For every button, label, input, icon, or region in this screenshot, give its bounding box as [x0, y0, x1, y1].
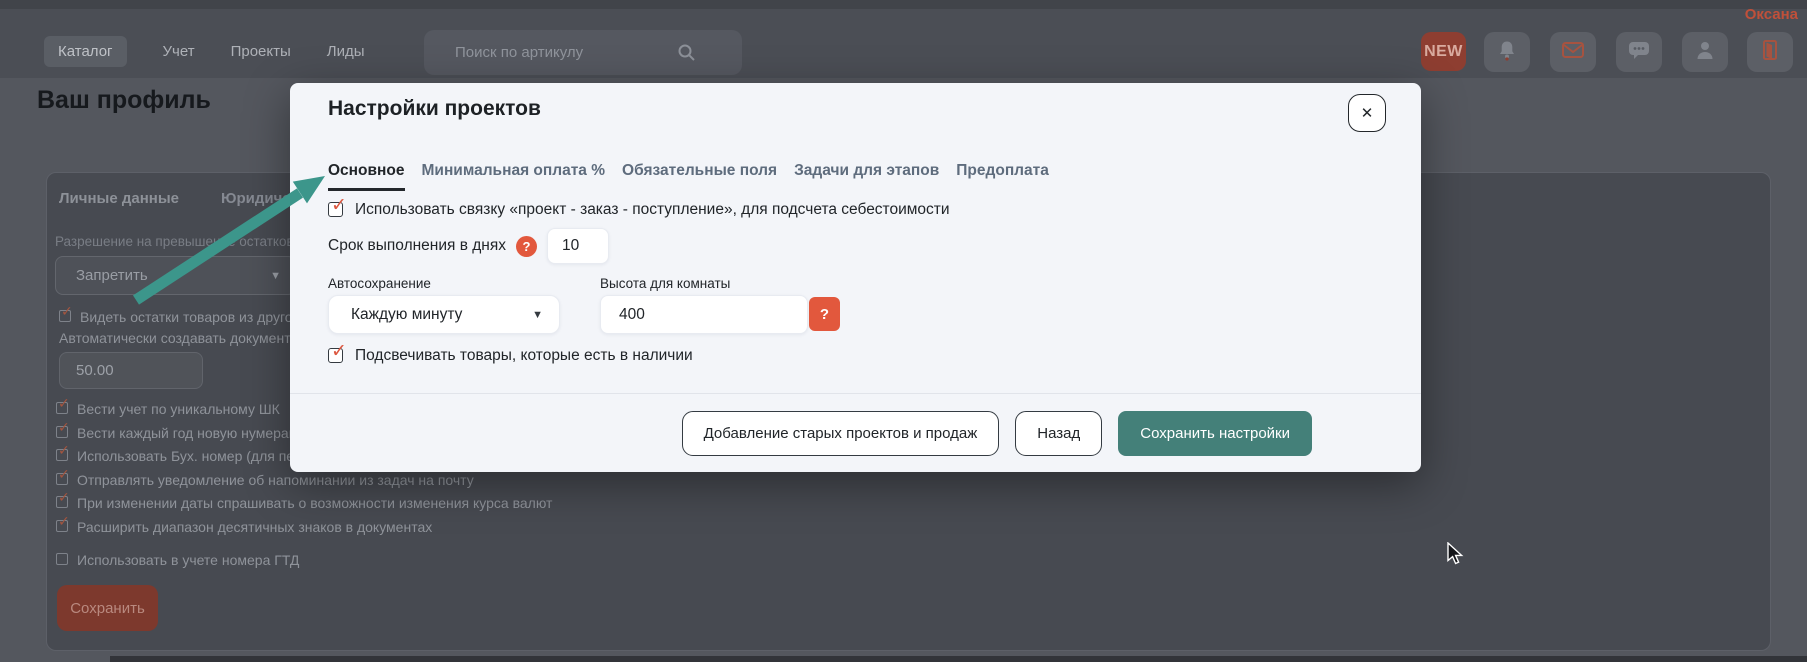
auto-docs-label: Автоматически создавать документы: [59, 330, 301, 346]
checkbox-label: Использовать Бух. номер (для печ: [77, 448, 301, 464]
screen: Каталог Учет Проекты Лиды Оксана NEW: [0, 0, 1807, 662]
checkbox-checked-icon: ✓: [56, 442, 70, 461]
checkbox-label: Вести учет по уникальному ШК: [77, 401, 280, 417]
checkbox-checked-icon: ✓: [56, 419, 70, 438]
nav-item-leads[interactable]: Лиды: [327, 43, 365, 60]
tab-prepayment[interactable]: Предоплата: [956, 162, 1049, 191]
nav-item-accounting[interactable]: Учет: [163, 43, 195, 60]
checkbox-checked-icon: ✓: [328, 195, 347, 217]
term-days-input[interactable]: [547, 228, 610, 264]
tab-required-fields[interactable]: Обязательные поля: [622, 162, 777, 191]
link-checkbox-label: Использовать связку «проект - заказ - по…: [355, 201, 950, 218]
checkbox-label: Вести каждый год новую нумерац: [77, 424, 297, 441]
bell-icon: [1496, 39, 1518, 66]
modal-title: Настройки проектов: [328, 97, 541, 120]
person-icon: [1694, 39, 1716, 66]
permission-select[interactable]: Запретить ▼: [55, 256, 296, 295]
close-icon: ✕: [1360, 105, 1374, 122]
term-help-icon[interactable]: ?: [516, 235, 538, 257]
checkbox-row-decimal-digits[interactable]: ✓ Расширить диапазон десятичных знаков в…: [56, 513, 552, 535]
autosave-select[interactable]: Каждую минуту ▼: [328, 295, 560, 334]
page-title: Ваш профиль: [37, 86, 211, 114]
highlight-checkbox-label: Подсвечивать товары, которые есть в нали…: [355, 347, 693, 364]
autosave-value: Каждую минуту: [351, 305, 463, 323]
room-height-input[interactable]: [600, 295, 808, 334]
checkbox-checked-icon: ✓: [56, 395, 70, 414]
modal-tabs: Основное Минимальная оплата % Обязательн…: [328, 162, 1049, 191]
search-icon: [677, 43, 696, 67]
logout-button[interactable]: [1747, 32, 1793, 72]
room-height-label: Высота для комнаты: [600, 276, 731, 291]
checkbox-label: Отправлять уведомление об напоминании из…: [77, 471, 474, 488]
tab-stage-tasks[interactable]: Задачи для этапов: [794, 162, 939, 191]
checkbox-checked-icon: ✓: [56, 466, 70, 485]
tab-personal-data[interactable]: Личные данные: [59, 190, 179, 207]
checkbox-label: Использовать в учете номера ГТД: [77, 551, 300, 568]
checkbox-row-gtd[interactable]: Использовать в учете номера ГТД: [56, 552, 552, 568]
checkbox-row-currency-rate[interactable]: ✓ При изменении даты спрашивать о возмож…: [56, 489, 553, 511]
envelope-icon: [1561, 40, 1585, 65]
room-height-help-button[interactable]: ?: [809, 297, 840, 331]
tab-main[interactable]: Основное: [328, 162, 405, 191]
exit-door-icon: [1759, 39, 1781, 66]
profile-save-button[interactable]: Сохранить: [57, 585, 158, 631]
project-settings-modal: Настройки проектов ✕ Основное Минимальна…: [290, 83, 1421, 472]
stock-checkbox-row[interactable]: ✓ Видеть остатки товаров из другог: [59, 303, 298, 325]
highlight-checkbox-row[interactable]: ✓ Подсвечивать товары, которые есть в на…: [328, 341, 693, 365]
permission-value: Запретить: [76, 267, 148, 284]
bottom-edge-strip: [110, 656, 1807, 662]
back-button[interactable]: Назад: [1015, 410, 1103, 456]
checkbox-checked-icon: ✓: [56, 489, 70, 508]
checkbox-checked-icon: ✓: [328, 341, 347, 363]
notifications-button[interactable]: [1484, 32, 1530, 72]
nav-item-projects[interactable]: Проекты: [231, 43, 291, 60]
stock-checkbox-label: Видеть остатки товаров из другог: [80, 309, 298, 325]
chat-button[interactable]: [1616, 32, 1662, 72]
article-search: [424, 30, 742, 75]
add-old-projects-button[interactable]: Добавление старых проектов и продаж: [681, 410, 1000, 456]
top-navbar: Каталог Учет Проекты Лиды Оксана NEW: [0, 0, 1807, 78]
checkbox-checked-icon: ✓: [59, 303, 73, 322]
new-badge[interactable]: NEW: [1421, 32, 1466, 71]
save-settings-button[interactable]: Сохранить настройки: [1118, 410, 1312, 456]
checkbox-unchecked-icon: [56, 552, 68, 565]
nav-item-catalog[interactable]: Каталог: [44, 36, 127, 67]
checkbox-label: Расширить диапазон десятичных знаков в д…: [77, 518, 433, 535]
modal-footer: Добавление старых проектов и продаж Наза…: [290, 393, 1421, 472]
profile-button[interactable]: [1682, 32, 1728, 72]
amount-input[interactable]: [59, 352, 203, 389]
checkbox-label: При изменении даты спрашивать о возможно…: [77, 495, 553, 511]
main-nav: Каталог Учет Проекты Лиды: [44, 36, 365, 67]
term-row: Срок выполнения в днях ?: [328, 228, 610, 264]
checkbox-row-task-email[interactable]: ✓ Отправлять уведомление об напоминании …: [56, 466, 552, 488]
permission-label: Разрешение на превышение остатков: [55, 234, 294, 249]
chat-bubble-icon: [1627, 40, 1651, 65]
chevron-down-icon: ▼: [270, 269, 281, 282]
modal-close-button[interactable]: ✕: [1348, 94, 1386, 132]
checkbox-checked-icon: ✓: [56, 513, 70, 532]
autosave-label: Автосохранение: [328, 276, 431, 291]
user-name[interactable]: Оксана: [1745, 6, 1798, 23]
term-label: Срок выполнения в днях: [328, 237, 507, 254]
mail-button[interactable]: [1550, 32, 1596, 72]
chevron-down-icon: ▼: [532, 308, 543, 321]
link-checkbox-row[interactable]: ✓ Использовать связку «проект - заказ - …: [328, 195, 950, 219]
top-edge-strip: [0, 0, 1807, 9]
tab-min-payment[interactable]: Минимальная оплата %: [422, 162, 606, 191]
